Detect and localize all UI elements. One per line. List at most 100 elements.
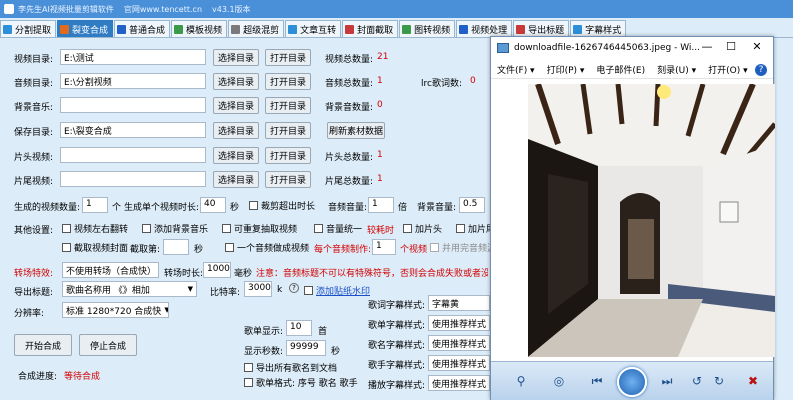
lyrics-seconds-input[interactable]: 99999 [286,340,326,356]
lyrics-format-box[interactable] [244,378,253,387]
help-icon[interactable]: ? [755,64,767,76]
per-audio-input[interactable]: 1 [372,239,396,255]
unify-volume-box[interactable] [314,224,323,233]
next-icon[interactable]: ⏭ [657,371,677,391]
capture-cover-box[interactable] [62,243,71,252]
add-intro-box[interactable] [403,224,412,233]
zoom-icon[interactable]: ⚲ [511,371,531,391]
outro-input[interactable] [60,171,206,187]
tab-3[interactable]: 模板视频 [171,20,228,37]
video-dir-label: 视频目录: [14,55,54,65]
app-title: 李先生AI视频批量剪辑软件 [18,4,114,14]
outro-open-button[interactable]: 打开目录 [265,171,311,188]
menu-file[interactable]: 文件(F) ▾ [497,63,535,76]
watermark-box[interactable] [304,286,313,295]
capture-cover-checkbox[interactable]: 截取视频封面 [62,241,128,254]
style-lyric-label: 歌词字幕样式: [368,301,426,311]
export-title-select[interactable]: 歌曲名称用 《》相加 ▼ [62,281,197,297]
style-playlist-input[interactable]: 使用推荐样式 [428,315,490,331]
lrc-total-label: lrc歌词数: [421,79,462,89]
watermark-checkbox[interactable]: 添加贴纸水印 [304,284,370,297]
frame-input[interactable] [163,239,189,255]
one-audio-checkbox[interactable]: 一个音频做成视频 [225,241,309,254]
transition-length-input[interactable]: 1000 [203,262,231,278]
rotate-right-icon[interactable]: ↻ [709,371,729,391]
menu-open[interactable]: 打开(O) ▾ [708,63,748,76]
tab-6[interactable]: 封面截取 [342,20,399,37]
lyrics-format-checkbox[interactable]: 歌单格式: 序号 歌名 歌手 [244,376,358,389]
gen-count-input[interactable]: 1 [82,197,108,213]
save-dir-open-button[interactable]: 打开目录 [265,122,311,139]
intro-input[interactable] [60,147,206,163]
style-lyric-input[interactable]: 字幕黄 [428,295,490,311]
flip-box[interactable] [62,224,71,233]
add-outro-box[interactable] [456,224,465,233]
slideshow-icon[interactable] [617,367,647,397]
audio-dir-open-button[interactable]: 打开目录 [265,73,311,90]
add-intro-label: 加片头 [415,225,443,235]
intro-open-button[interactable]: 打开目录 [265,147,311,164]
delete-icon[interactable]: ✖ [743,371,763,391]
previous-icon[interactable]: ⏮ [587,371,607,391]
bg-volume-input[interactable]: 0.5 [459,197,485,213]
intro-choose-button[interactable]: 选择目录 [213,147,259,164]
style-singer-input[interactable]: 使用推荐样式 [428,355,490,371]
save-dir-input[interactable]: E:\裂变合成 [60,122,206,138]
start-button[interactable]: 开始合成 [14,334,72,356]
tab-icon [60,25,70,34]
stop-button[interactable]: 停止合成 [79,334,137,356]
audio-dir-input[interactable]: E:\分割视频 [60,73,206,89]
refresh-material-button[interactable]: 刷新素材数据 [327,122,385,139]
resolution-select[interactable]: 标准 1280*720 合成快▼ [62,302,169,318]
bitrate-input[interactable]: 3000 [244,281,272,297]
video-total-value: 21 [377,52,389,62]
style-songname-input[interactable]: 使用推荐样式 [428,335,490,351]
repeat-box[interactable] [222,224,231,233]
export-names-box[interactable] [244,363,253,372]
gen-duration-input[interactable]: 40 [200,197,226,213]
tab-1[interactable]: 裂变合成 [57,20,114,37]
bgm-open-button[interactable]: 打开目录 [265,97,311,114]
video-dir-choose-button[interactable]: 选择目录 [213,49,259,66]
add-bgm-box[interactable] [142,224,151,233]
keep-audio-box[interactable] [430,243,439,252]
one-audio-box[interactable] [225,243,234,252]
add-intro-checkbox[interactable]: 加片头 [403,222,442,235]
repeat-checkbox[interactable]: 可重复抽取视频 [222,222,297,235]
flip-checkbox[interactable]: 视频左右翻转 [62,222,128,235]
unify-volume-checkbox[interactable]: 音量统一 [314,222,362,235]
minimize-icon[interactable]: — [697,40,717,53]
lyrics-display-input[interactable]: 10 [286,320,312,336]
tab-5[interactable]: 文章互转 [285,20,342,37]
watermark-link[interactable]: 添加贴纸水印 [316,284,370,297]
audio-volume-input[interactable]: 1 [368,197,394,213]
gen-count-label: 生成的视频数量: [14,203,81,213]
close-icon[interactable]: ✕ [747,40,767,53]
rotate-left-icon[interactable]: ↺ [687,371,707,391]
transition-select[interactable]: 不使用转场（合成快）▼ [62,262,159,278]
tab-label: 图转视频 [414,26,451,36]
style-play-input[interactable]: 使用推荐样式 [428,375,490,391]
outro-choose-button[interactable]: 选择目录 [213,171,259,188]
info-icon[interactable]: ? [289,283,299,293]
keep-audio-checkbox[interactable]: 并用完音频源 [430,241,496,254]
cut-over-checkbox[interactable]: 裁剪超出时长 [249,199,315,212]
add-bgm-checkbox[interactable]: 添加背景音乐 [142,222,208,235]
tab-0[interactable]: 分割提取 [0,20,57,37]
video-dir-open-button[interactable]: 打开目录 [265,49,311,66]
save-dir-choose-button[interactable]: 选择目录 [213,122,259,139]
menu-print[interactable]: 打印(P) ▾ [547,63,585,76]
maximize-icon[interactable]: ☐ [721,40,741,53]
menu-email[interactable]: 电子邮件(E) [596,63,645,76]
export-names-checkbox[interactable]: 导出所有歌名到文档 [244,361,337,374]
tab-4[interactable]: 超级混剪 [228,20,285,37]
tab-2[interactable]: 普通合成 [114,20,171,37]
bgm-choose-button[interactable]: 选择目录 [213,97,259,114]
actual-size-icon[interactable]: ◎ [549,371,569,391]
menu-burn[interactable]: 刻录(U) ▾ [657,63,696,76]
audio-dir-choose-button[interactable]: 选择目录 [213,73,259,90]
cut-over-box[interactable] [249,201,258,210]
video-dir-input[interactable]: E:\测试 [60,49,206,65]
tab-7[interactable]: 图转视频 [399,20,456,37]
bgm-input[interactable] [60,97,206,113]
